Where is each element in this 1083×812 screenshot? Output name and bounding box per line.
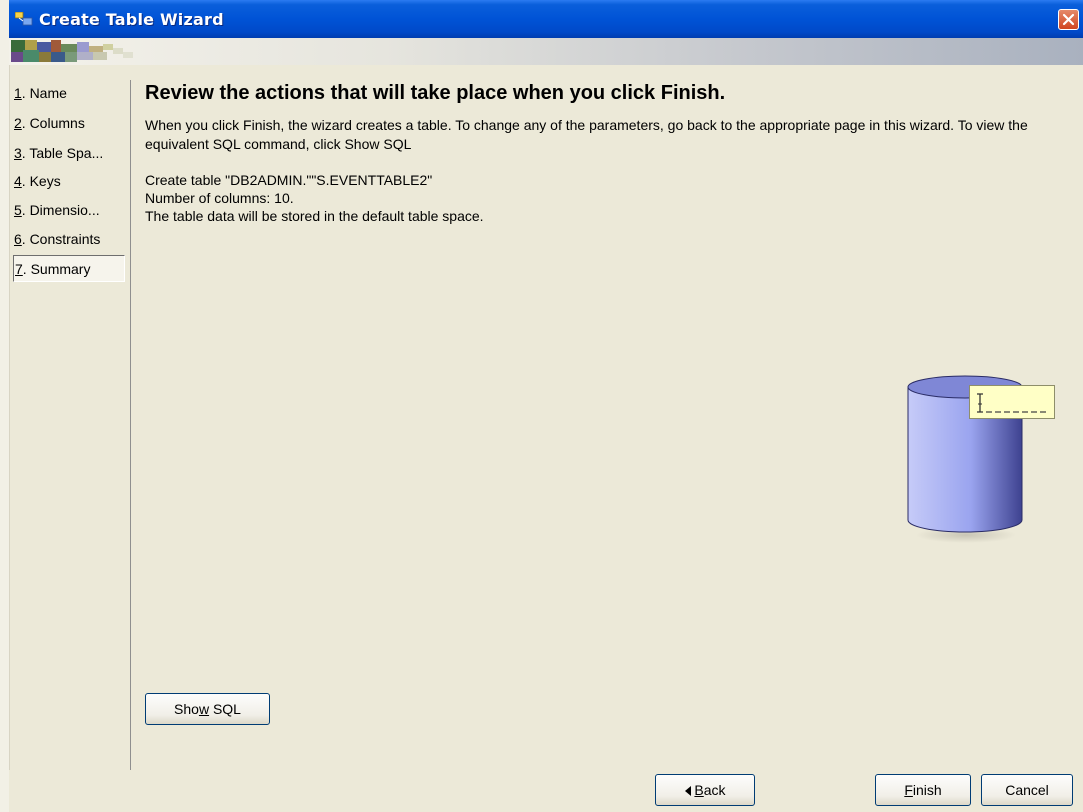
summary-instructions: When you click Finish, the wizard create… (145, 117, 1028, 152)
finish-button[interactable]: Finish (875, 774, 971, 806)
cancel-button[interactable]: Cancel (981, 774, 1073, 806)
banner-pattern-icon (11, 40, 133, 62)
step-dimensions[interactable]: 5. Dimensio... (13, 197, 125, 224)
step-name[interactable]: 1. Name (13, 80, 125, 107)
wizard-banner (9, 38, 1083, 65)
step-constraints[interactable]: 6. Constraints (13, 226, 125, 253)
text-cursor-icon (977, 393, 1048, 413)
close-button[interactable] (1058, 9, 1079, 30)
text-cursor-tooltip (969, 385, 1055, 419)
back-button[interactable]: Back (655, 774, 755, 806)
wizard-icon (14, 11, 33, 26)
title-bar[interactable]: Create Table Wizard (9, 0, 1083, 38)
summary-panel: Review the actions that will take place … (131, 80, 1083, 770)
summary-create-table: Create table "DB2ADMIN.""S.EVENTTABLE2" (145, 172, 433, 188)
step-keys[interactable]: 4. Keys (13, 168, 125, 195)
summary-column-count: Number of columns: 10. (145, 190, 294, 206)
page-title: Review the actions that will take place … (145, 82, 726, 104)
window-title: Create Table Wizard (39, 10, 224, 29)
arrow-left-icon (685, 786, 692, 797)
show-sql-button[interactable]: Show SQL (145, 693, 270, 725)
wizard-step-list: 1. Name 2. Columns 3. Table Spa... 4. Ke… (9, 80, 131, 770)
button-bar: Back Finish Cancel (9, 770, 1083, 812)
summary-table-space: The table data will be stored in the def… (145, 208, 484, 224)
step-columns[interactable]: 2. Columns (13, 110, 125, 137)
step-summary[interactable]: 7. Summary (13, 255, 125, 282)
close-icon (1062, 13, 1075, 26)
step-table-space[interactable]: 3. Table Spa... (13, 140, 125, 167)
